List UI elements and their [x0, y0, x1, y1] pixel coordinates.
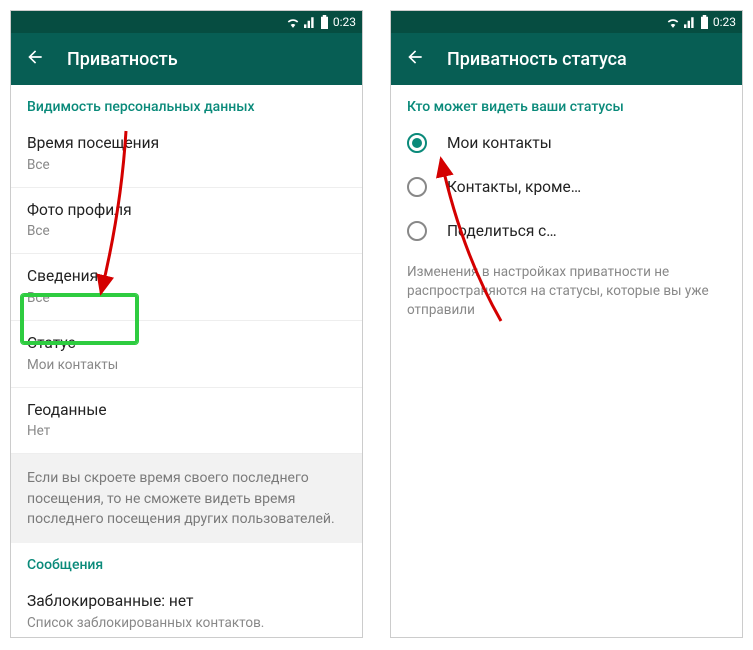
radio-option-except[interactable]: Контакты, кроме… [391, 165, 742, 209]
content: Видимость персональных данных Время посе… [11, 85, 362, 638]
row-blocked[interactable]: Заблокированные: нет Список заблокирован… [11, 579, 362, 638]
row-title: Время посещения [27, 133, 346, 155]
radio-label: Контакты, кроме… [447, 178, 581, 196]
row-title: Заблокированные: нет [27, 591, 346, 613]
section-header-messages: Сообщения [11, 543, 362, 579]
app-bar: Приватность статуса [391, 33, 742, 85]
signal-icon [684, 16, 696, 28]
radio-label: Поделиться с… [447, 222, 557, 240]
back-icon[interactable] [25, 47, 45, 71]
row-title: Фото профиля [27, 200, 346, 222]
radio-unselected-icon [407, 177, 427, 197]
app-bar: Приватность [11, 33, 362, 85]
radio-label: Мои контакты [447, 134, 552, 152]
row-status[interactable]: Статус Мои контакты [11, 321, 362, 388]
radio-option-share-with[interactable]: Поделиться с… [391, 209, 742, 253]
row-profile-photo[interactable]: Фото профиля Все [11, 188, 362, 255]
wifi-icon [666, 16, 680, 28]
row-sub: Список заблокированных контактов. [27, 615, 346, 631]
status-time: 0:23 [333, 15, 356, 29]
page-title: Приватность [67, 49, 178, 70]
row-sub: Все [27, 157, 346, 173]
back-icon[interactable] [405, 47, 425, 71]
row-last-seen[interactable]: Время посещения Все [11, 121, 362, 188]
row-live-location[interactable]: Геоданные Нет [11, 388, 362, 455]
row-title: Геоданные [27, 400, 346, 422]
radio-unselected-icon [407, 221, 427, 241]
battery-icon [320, 15, 329, 29]
privacy-note: Изменения в настройках приватности не ра… [391, 253, 742, 330]
row-about[interactable]: Сведения Все [11, 254, 362, 321]
row-sub: Нет [27, 423, 346, 439]
radio-selected-icon [407, 133, 427, 153]
row-sub: Мои контакты [27, 357, 346, 373]
info-last-seen: Если вы скроете время своего последнего … [11, 454, 362, 543]
battery-icon [700, 15, 709, 29]
page-title: Приватность статуса [447, 49, 627, 70]
phone-right: 0:23 Приватность статуса Кто может видет… [390, 10, 743, 638]
phone-left: 0:23 Приватность Видимость персональных … [10, 10, 363, 638]
row-title: Статус [27, 333, 346, 355]
row-sub: Все [27, 290, 346, 306]
wifi-icon [286, 16, 300, 28]
status-time: 0:23 [713, 15, 736, 29]
signal-icon [304, 16, 316, 28]
radio-option-my-contacts[interactable]: Мои контакты [391, 121, 742, 165]
section-header-visibility: Видимость персональных данных [11, 85, 362, 121]
status-bar: 0:23 [11, 11, 362, 33]
row-title: Сведения [27, 266, 346, 288]
row-sub: Все [27, 223, 346, 239]
content: Кто может видеть ваши статусы Мои контак… [391, 85, 742, 330]
section-header-who: Кто может видеть ваши статусы [391, 85, 742, 121]
status-bar: 0:23 [391, 11, 742, 33]
